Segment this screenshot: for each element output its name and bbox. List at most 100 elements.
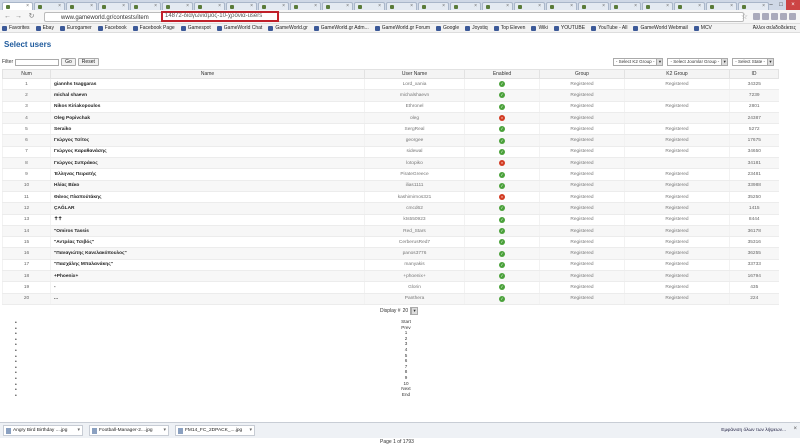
bookmark-item[interactable]: Wiki bbox=[531, 25, 548, 31]
bookmark-item[interactable]: Facebook Page bbox=[132, 25, 175, 31]
browser-tab[interactable]: × bbox=[2, 2, 33, 10]
bookmark-item[interactable]: Facebook bbox=[97, 25, 127, 31]
user-name-link[interactable]: giannhs tsaggaras bbox=[50, 78, 365, 91]
close-tab-icon[interactable]: × bbox=[186, 3, 189, 10]
table-row[interactable]: 14 "Omiros Tassis Red_Stars ✓ Registered Regi… bbox=[2, 225, 779, 238]
column-header-id[interactable]: ID bbox=[729, 69, 779, 79]
user-name-link[interactable]: - bbox=[50, 281, 365, 294]
url-input[interactable]: www.gameworld.gr/contests/item bbox=[44, 12, 744, 22]
browser-tab[interactable]: × bbox=[130, 2, 161, 10]
user-enabled-cell[interactable]: ✓ bbox=[464, 89, 540, 102]
download-item[interactable]: Football-Manager-2....jpg ▾ bbox=[89, 425, 169, 436]
user-name-link[interactable]: "Παναγιώτης Κανελακόπουλος" bbox=[50, 247, 365, 260]
close-tab-icon[interactable]: × bbox=[378, 3, 381, 10]
bookmark-item[interactable]: GameWorld.gr Forum bbox=[374, 25, 430, 31]
user-name-link[interactable]: "Omiros Tassis bbox=[50, 225, 365, 238]
chevron-down-icon[interactable]: ▾ bbox=[249, 427, 252, 433]
extension-icon[interactable] bbox=[771, 13, 778, 20]
close-tab-icon[interactable]: × bbox=[762, 3, 765, 10]
user-name-link[interactable]: Oleg Popivchak bbox=[50, 112, 365, 125]
enabled-check-icon[interactable]: ✓ bbox=[499, 261, 505, 268]
enabled-check-icon[interactable]: ✓ bbox=[499, 126, 505, 133]
maximize-icon[interactable]: □ bbox=[776, 0, 786, 10]
close-downloads-icon[interactable]: × bbox=[793, 426, 797, 432]
close-tab-icon[interactable]: × bbox=[346, 3, 349, 10]
user-enabled-cell[interactable]: ✓ bbox=[464, 293, 540, 305]
user-name-link[interactable]: Seraiko bbox=[50, 123, 365, 136]
browser-tab[interactable]: × bbox=[386, 2, 417, 10]
user-name-link[interactable]: ... bbox=[50, 293, 365, 305]
disabled-cross-icon[interactable]: × bbox=[499, 160, 505, 167]
browser-tab[interactable]: × bbox=[482, 2, 513, 10]
browser-tab[interactable]: × bbox=[66, 2, 97, 10]
browser-tab[interactable]: × bbox=[322, 2, 353, 10]
table-row[interactable]: 4 Oleg Popivchak oleg × Registered 24387 bbox=[2, 112, 779, 125]
user-enabled-cell[interactable]: ✓ bbox=[464, 259, 540, 272]
table-row[interactable]: 17 "Πασχάλης Μπαλανάκης" manyakis ✓ Register… bbox=[2, 259, 779, 272]
bookmark-item[interactable]: YouTube - All bbox=[591, 25, 627, 31]
bookmark-item[interactable]: GameWorld.gr Adm... bbox=[313, 25, 369, 31]
download-item[interactable]: Angry Bird Birthday ....jpg ▾ bbox=[3, 425, 83, 436]
close-tab-icon[interactable]: × bbox=[90, 3, 93, 10]
pagination-item[interactable]: End bbox=[395, 392, 417, 398]
browser-tab[interactable]: × bbox=[162, 2, 193, 10]
enabled-check-icon[interactable]: ✓ bbox=[499, 239, 505, 246]
table-row[interactable]: 6 Γιώργος Τσίτος georgee ✓ Registered Registe… bbox=[2, 134, 779, 147]
bookmark-item[interactable]: Google bbox=[436, 25, 459, 31]
close-tab-icon[interactable]: × bbox=[602, 3, 605, 10]
user-enabled-cell[interactable]: ✓ bbox=[464, 101, 540, 113]
table-row[interactable]: 1 giannhs tsaggaras Lord_xania ✓ Registered R… bbox=[2, 78, 779, 91]
show-all-downloads-link[interactable]: Εμφάνιση όλων των λήψεων... bbox=[721, 428, 786, 433]
table-row[interactable]: 16 "Παναγιώτης Κανελακόπουλος" panos3776 ✓ R… bbox=[2, 247, 779, 260]
close-tab-icon[interactable]: × bbox=[314, 3, 317, 10]
menu-icon[interactable] bbox=[789, 13, 796, 20]
user-enabled-cell[interactable]: ✓ bbox=[464, 180, 540, 192]
bookmark-item[interactable]: Eurogamer bbox=[59, 25, 92, 31]
table-row[interactable]: 11 Θάνος Πλαπούτάκης kashimirnos321 × Regist… bbox=[2, 191, 779, 204]
user-enabled-cell[interactable]: × bbox=[464, 157, 540, 170]
close-tab-icon[interactable]: × bbox=[58, 3, 61, 10]
user-name-link[interactable]: Γιώργος Καραθανάσης bbox=[50, 146, 365, 159]
reset-button[interactable]: Reset bbox=[77, 58, 99, 66]
column-header-num[interactable]: Num bbox=[2, 69, 51, 79]
state-select[interactable]: - Select State - ▼ bbox=[732, 58, 774, 66]
browser-tab[interactable]: × bbox=[738, 2, 769, 10]
enabled-check-icon[interactable]: ✓ bbox=[499, 250, 505, 257]
user-name-link[interactable]: Θάνος Πλαπούτάκης bbox=[50, 191, 365, 204]
column-header-group[interactable]: Group bbox=[539, 69, 625, 79]
k2-group-select[interactable]: - Select K2 Group - ▼ bbox=[612, 58, 664, 66]
user-name-link[interactable]: Nikos Kiriakopoulos bbox=[50, 101, 365, 113]
user-enabled-cell[interactable]: ✓ bbox=[464, 270, 540, 283]
browser-tab[interactable]: × bbox=[290, 2, 321, 10]
table-row[interactable]: 20... Panthera ✓ Registered Registered 224 bbox=[2, 293, 779, 305]
user-name-link[interactable]: Ηλίας Βέκο bbox=[50, 180, 365, 192]
table-row[interactable]: 7 Γιώργος Καραθανάσης sidewal ✓ Registered Re… bbox=[2, 146, 779, 159]
close-tab-icon[interactable]: × bbox=[442, 3, 445, 10]
user-enabled-cell[interactable]: ✓ bbox=[464, 247, 540, 260]
minimize-icon[interactable]: – bbox=[766, 0, 776, 10]
close-tab-icon[interactable]: × bbox=[154, 3, 157, 10]
enabled-check-icon[interactable]: ✓ bbox=[499, 284, 505, 291]
user-enabled-cell[interactable]: ✓ bbox=[464, 134, 540, 147]
other-bookmarks[interactable]: Άλλοι σελιδοδείκτες bbox=[753, 25, 796, 31]
user-name-link[interactable]: Γιώργος Τσίτος bbox=[50, 134, 365, 147]
browser-tab[interactable]: × bbox=[450, 2, 481, 10]
browser-tab[interactable]: × bbox=[354, 2, 385, 10]
close-tab-icon[interactable]: × bbox=[282, 3, 285, 10]
close-tab-icon[interactable]: × bbox=[218, 3, 221, 10]
close-tab-icon[interactable]: × bbox=[698, 3, 701, 10]
bookmark-item[interactable]: GameWorld.gr bbox=[268, 25, 308, 31]
enabled-check-icon[interactable]: ✓ bbox=[499, 228, 505, 234]
go-button[interactable]: Go bbox=[61, 58, 76, 66]
browser-tab[interactable]: × bbox=[34, 2, 65, 10]
close-tab-icon[interactable]: × bbox=[730, 3, 733, 10]
enabled-check-icon[interactable]: ✓ bbox=[499, 92, 505, 99]
bookmark-item[interactable]: Gamespot bbox=[180, 25, 211, 31]
table-row[interactable]: 2 michal shaevn michalshaevn ✓ Registered 723… bbox=[2, 89, 779, 102]
user-name-link[interactable]: "Πασχάλης Μπαλανάκης" bbox=[50, 259, 365, 272]
close-tab-icon[interactable]: × bbox=[26, 3, 29, 10]
browser-tab[interactable]: × bbox=[642, 2, 673, 10]
user-enabled-cell[interactable]: ✓ bbox=[464, 236, 540, 249]
user-enabled-cell[interactable]: ✓ bbox=[464, 123, 540, 136]
enabled-check-icon[interactable]: ✓ bbox=[499, 273, 505, 280]
